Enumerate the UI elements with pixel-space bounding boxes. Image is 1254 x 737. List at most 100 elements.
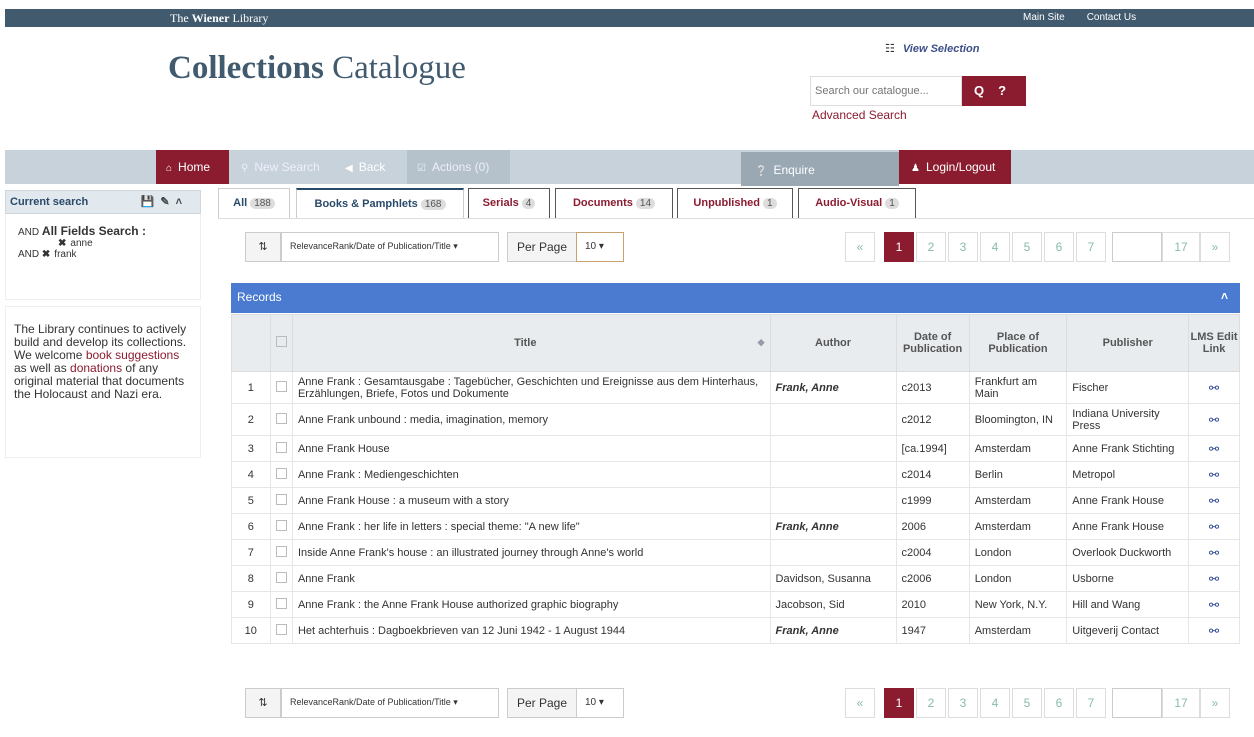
table-row[interactable]: 8 Anne Frank Davidson, Susanna c2006 London U… [231, 565, 1240, 592]
home-button[interactable]: ⌂ Home [156, 150, 229, 184]
last-page-button[interactable]: 17 [1162, 688, 1200, 718]
row-title[interactable]: Anne Frank unbound : media, imagination,… [291, 403, 771, 436]
row-title[interactable]: Anne Frank [291, 565, 771, 592]
row-checkbox-cell[interactable] [269, 487, 293, 514]
page-button[interactable]: 4 [980, 688, 1010, 718]
link-icon[interactable]: ⚯ [1209, 494, 1219, 508]
collapse-icon[interactable]: ˄ [176, 196, 188, 208]
row-checkbox-cell[interactable] [269, 371, 293, 404]
date-header[interactable]: Date of Publication [895, 314, 970, 372]
help-icon[interactable]: ? [998, 83, 1006, 98]
title-header[interactable]: Title ◆ [291, 314, 771, 372]
remove-term-icon[interactable]: ✖ [42, 249, 50, 260]
row-title[interactable]: Anne Frank House : a museum with a story [291, 487, 771, 514]
row-checkbox[interactable] [275, 441, 287, 453]
row-checkbox[interactable] [275, 519, 287, 531]
row-checkbox-cell[interactable] [269, 461, 293, 488]
search-actions[interactable]: 💾✎˄ [141, 195, 188, 208]
page-button[interactable]: 2 [916, 232, 946, 262]
collapse-icon[interactable]: ˄ [1221, 289, 1228, 303]
row-checkbox[interactable] [275, 571, 287, 583]
enquire-button[interactable]: ❔ Enquire [741, 152, 899, 186]
page-button[interactable]: 4 [980, 232, 1010, 262]
advanced-search-link[interactable]: Advanced Search [812, 108, 907, 122]
row-edit-link[interactable]: ⚯ [1188, 461, 1240, 488]
author-header[interactable]: Author [769, 314, 897, 372]
row-checkbox-cell[interactable] [269, 435, 293, 462]
contact-link[interactable]: Contact Us [1087, 12, 1136, 23]
donations-link[interactable]: donations [70, 361, 122, 375]
row-title[interactable]: Anne Frank : her life in letters : speci… [291, 513, 771, 540]
remove-term-icon[interactable]: ✖ [58, 238, 66, 249]
row-edit-link[interactable]: ⚯ [1188, 591, 1240, 618]
row-edit-link[interactable]: ⚯ [1188, 617, 1240, 644]
row-checkbox[interactable] [275, 597, 287, 609]
row-checkbox[interactable] [275, 467, 287, 479]
page-button[interactable]: 6 [1044, 688, 1074, 718]
tab-serials[interactable]: Serials 4 [468, 188, 550, 218]
sort-select[interactable]: RelevanceRank/Date of Publication/Title … [281, 232, 499, 262]
tab-books[interactable]: Books & Pamphlets 168 [296, 188, 464, 218]
page-button[interactable]: 3 [948, 688, 978, 718]
table-row[interactable]: 9 Anne Frank : the Anne Frank House autho… [231, 591, 1240, 618]
place-header[interactable]: Place of Publication [968, 314, 1068, 372]
back-button[interactable]: ◀ Back [337, 150, 407, 184]
page-button[interactable]: 6 [1044, 232, 1074, 262]
row-edit-link[interactable]: ⚯ [1188, 371, 1240, 404]
page-input[interactable] [1112, 232, 1162, 262]
page-button[interactable]: 1 [884, 688, 914, 718]
row-checkbox[interactable] [275, 623, 287, 635]
row-title[interactable]: Anne Frank House [291, 435, 771, 462]
page-button[interactable]: 5 [1012, 688, 1042, 718]
row-checkbox-cell[interactable] [269, 591, 293, 618]
table-row[interactable]: 3 Anne Frank House [ca.1994] Amsterdam Anne … [231, 435, 1240, 462]
row-checkbox-cell[interactable] [269, 617, 293, 644]
table-row[interactable]: 5 Anne Frank House : a museum with a stor… [231, 487, 1240, 514]
prev-page-button[interactable]: « [845, 688, 875, 718]
table-row[interactable]: 10 Het achterhuis : Dagboekbrieven van 12… [231, 617, 1240, 644]
link-icon[interactable]: ⚯ [1209, 381, 1219, 395]
page-button[interactable]: 3 [948, 232, 978, 262]
tab-all[interactable]: All 188 [218, 188, 290, 218]
prev-page-button[interactable]: « [845, 232, 875, 262]
sort-icon[interactable]: ⇅ [245, 232, 281, 262]
per-page-select[interactable]: 10 ▾ [576, 688, 624, 718]
link-icon[interactable]: ⚯ [1209, 468, 1219, 482]
search-input[interactable] [810, 76, 962, 106]
page-button[interactable]: 1 [884, 232, 914, 262]
search-button[interactable]: Q? [962, 76, 1026, 106]
page-button[interactable]: 2 [916, 688, 946, 718]
page-input[interactable] [1112, 688, 1162, 718]
link-icon[interactable]: ⚯ [1209, 442, 1219, 456]
sort-select[interactable]: RelevanceRank/Date of Publication/Title … [281, 688, 499, 718]
table-row[interactable]: 4 Anne Frank : Mediengeschichten c2014 Berl… [231, 461, 1240, 488]
actions-button[interactable]: ☑ Actions (0) [407, 150, 510, 184]
table-row[interactable]: 7 Inside Anne Frank's house : an illustra… [231, 539, 1240, 566]
tab-unpublished[interactable]: Unpublished 1 [677, 188, 793, 218]
per-page-select[interactable]: 10 ▾ [576, 232, 624, 262]
view-selection-link[interactable]: ☷ View Selection [885, 42, 980, 55]
tab-documents[interactable]: Documents 14 [555, 188, 673, 218]
row-title[interactable]: Anne Frank : Gesamtausgabe : Tagebücher,… [291, 371, 771, 404]
row-title[interactable]: Het achterhuis : Dagboekbrieven van 12 J… [291, 617, 771, 644]
link-icon[interactable]: ⚯ [1209, 520, 1219, 534]
link-icon[interactable]: ⚯ [1209, 546, 1219, 560]
brand[interactable]: The Wiener Library [170, 11, 268, 26]
sort-icon[interactable]: ⇅ [245, 688, 281, 718]
save-icon[interactable]: 💾 [141, 196, 161, 208]
login-button[interactable]: ♟ Login/Logout [899, 150, 1011, 184]
row-title[interactable]: Inside Anne Frank's house : an illustrat… [291, 539, 771, 566]
table-row[interactable]: 1 Anne Frank : Gesamtausgabe : Tagebücher… [231, 371, 1240, 404]
select-all-checkbox[interactable] [275, 336, 287, 347]
row-edit-link[interactable]: ⚯ [1188, 435, 1240, 462]
link-icon[interactable]: ⚯ [1209, 413, 1219, 427]
row-edit-link[interactable]: ⚯ [1188, 513, 1240, 540]
next-page-button[interactable]: » [1200, 232, 1230, 262]
table-row[interactable]: 2 Anne Frank unbound : media, imagination… [231, 403, 1240, 436]
row-checkbox-cell[interactable] [269, 539, 293, 566]
link-icon[interactable]: ⚯ [1209, 572, 1219, 586]
table-row[interactable]: 6 Anne Frank : her life in letters : spec… [231, 513, 1240, 540]
row-edit-link[interactable]: ⚯ [1188, 487, 1240, 514]
link-icon[interactable]: ⚯ [1209, 598, 1219, 612]
row-checkbox-cell[interactable] [269, 565, 293, 592]
